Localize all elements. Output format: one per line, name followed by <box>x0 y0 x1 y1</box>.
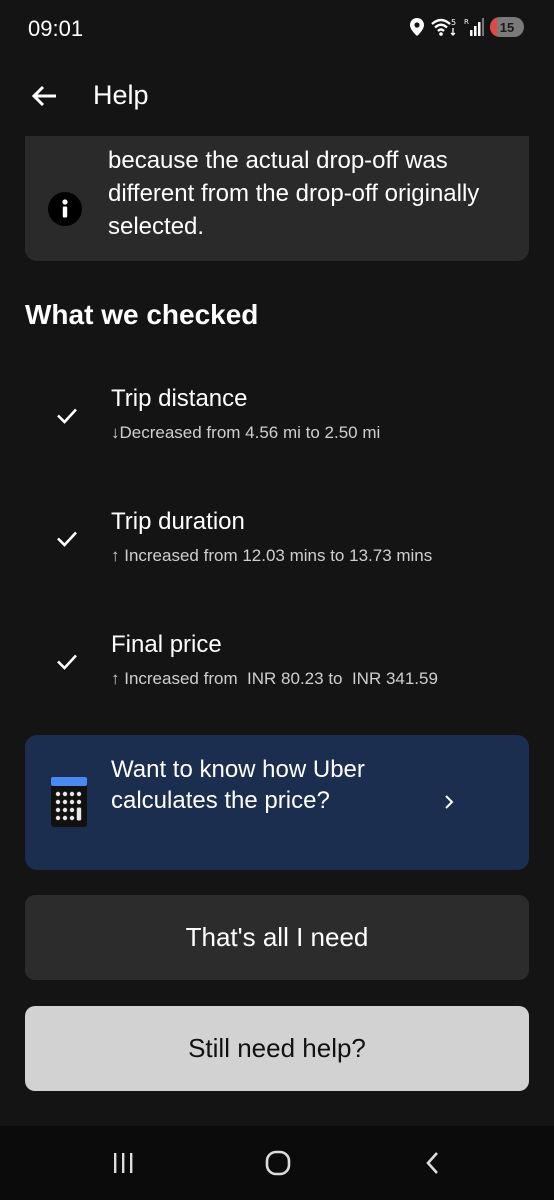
chevron-right-icon <box>445 795 454 809</box>
check-item-trip-duration: Trip duration ↑ Increased from 12.03 min… <box>0 508 554 598</box>
status-icons: 5 R 15 <box>410 14 524 40</box>
calculator-icon <box>51 777 87 827</box>
system-nav-bar <box>0 1126 554 1200</box>
check-label: Final price <box>111 631 222 658</box>
check-label: Trip duration <box>111 508 245 535</box>
battery-level: 15 <box>499 19 515 35</box>
help-content[interactable]: because the actual drop-off was differen… <box>0 56 554 1126</box>
status-time: 09:01 <box>28 16 84 41</box>
check-detail: ↑ Increased from INR 80.23 to INR 341.59 <box>111 669 438 688</box>
arrow-left-icon <box>31 85 56 107</box>
check-detail: ↓Decreased from 4.56 mi to 2.50 mi <box>111 423 381 442</box>
check-detail: ↑ Increased from 12.03 mins to 13.73 min… <box>111 546 433 565</box>
app-bar: Help <box>0 56 554 136</box>
page-title: Help <box>93 80 149 110</box>
location-icon <box>410 18 424 36</box>
svg-text:R: R <box>464 18 469 26</box>
chevron-left-icon <box>426 1152 438 1174</box>
price-calculation-card[interactable]: Want to know how Uber calculates the pri… <box>25 735 529 870</box>
svg-text:5: 5 <box>451 18 456 27</box>
check-icon <box>57 531 77 547</box>
back-button[interactable] <box>22 74 66 118</box>
signal-icon: R <box>464 18 484 36</box>
system-back-button[interactable] <box>413 1146 453 1180</box>
home-icon <box>265 1150 291 1176</box>
status-bar: 09:01 5 R 15 <box>0 0 554 56</box>
recent-apps-button[interactable] <box>103 1146 143 1180</box>
check-icon <box>57 654 77 670</box>
check-icon <box>57 408 77 424</box>
recent-apps-icon <box>114 1153 133 1173</box>
wifi-icon: 5 <box>431 18 456 36</box>
check-item-trip-distance: Trip distance ↓Decreased from 4.56 mi to… <box>0 385 554 475</box>
check-label: Trip distance <box>111 385 248 412</box>
info-text: because the actual drop-off was differen… <box>108 147 480 240</box>
still-need-help-button[interactable]: Still need help? <box>25 1006 529 1091</box>
section-title: What we checked <box>25 299 259 330</box>
thats-all-i-need-button[interactable]: That's all I need <box>25 895 529 980</box>
promo-text: Want to know how Uber calculates the pri… <box>111 756 365 814</box>
info-icon <box>48 192 82 226</box>
battery-icon: 15 <box>490 17 524 37</box>
home-button[interactable] <box>258 1146 298 1180</box>
check-item-final-price: Final price ↑ Increased from INR 80.23 t… <box>0 631 554 721</box>
